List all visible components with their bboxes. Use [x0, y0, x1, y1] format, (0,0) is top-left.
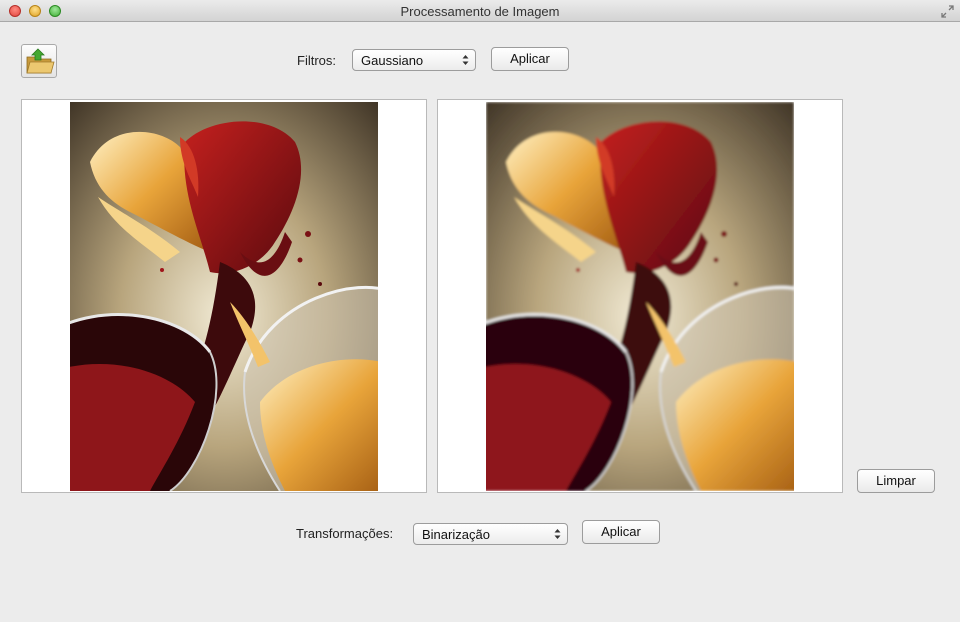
filter-select[interactable]: Gaussiano: [352, 49, 476, 71]
folder-open-icon: [26, 48, 55, 74]
title-bar: Processamento de Imagem: [0, 0, 960, 22]
fullscreen-icon[interactable]: [941, 5, 954, 18]
updown-arrows-icon: [554, 529, 561, 539]
original-image: [70, 102, 378, 491]
transformation-select-value: Binarização: [422, 527, 490, 542]
transformation-select[interactable]: Binarização: [413, 523, 568, 545]
filters-label: Filtros:: [297, 53, 336, 68]
processed-image: [486, 102, 794, 491]
open-image-button[interactable]: [21, 44, 57, 78]
transformations-label: Transformações:: [296, 526, 394, 541]
original-image-panel: [21, 99, 427, 493]
filter-select-value: Gaussiano: [361, 53, 424, 68]
updown-arrows-icon: [462, 55, 469, 65]
window-title: Processamento de Imagem: [400, 4, 560, 19]
processed-image-panel: [437, 99, 843, 493]
apply-filter-button[interactable]: Aplicar: [491, 47, 569, 71]
apply-transformation-button[interactable]: Aplicar: [582, 520, 660, 544]
clear-button[interactable]: Limpar: [857, 469, 935, 493]
